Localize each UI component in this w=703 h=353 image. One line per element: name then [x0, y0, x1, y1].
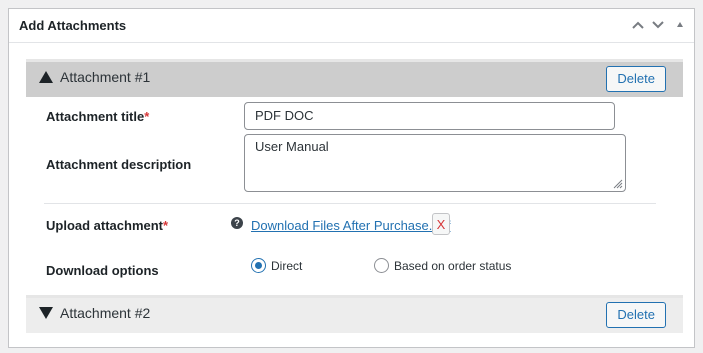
- triangle-up-icon: [39, 71, 53, 83]
- panel-title: Add Attachments: [19, 18, 127, 33]
- radio-button-checked[interactable]: [251, 258, 266, 273]
- move-down-button[interactable]: [648, 15, 668, 35]
- attachment-header: Attachment #2 Delete: [26, 298, 683, 333]
- chevron-down-icon: [652, 21, 664, 29]
- attached-file-link[interactable]: Download Files After Purchase.pdf: [251, 218, 450, 233]
- attachment-heading: Attachment #2: [60, 305, 151, 321]
- attachment-description-textarea[interactable]: User Manual: [244, 134, 626, 192]
- radio-label: Direct: [271, 258, 303, 273]
- attachment-item: Attachment #1 Delete Attachment title* P…: [26, 59, 683, 315]
- delete-button[interactable]: Delete: [606, 66, 666, 92]
- attachments-list: Attachment #1 Delete Attachment title* P…: [26, 59, 683, 349]
- remove-file-button[interactable]: X: [432, 213, 450, 235]
- required-mark: *: [144, 109, 150, 124]
- triangle-up-icon: [677, 22, 683, 27]
- attachment-title-input[interactable]: PDF DOC: [244, 102, 615, 130]
- attachment-header: Attachment #1 Delete: [26, 62, 683, 97]
- radio-option-order-status[interactable]: Based on order status: [374, 258, 511, 273]
- add-attachments-panel: Add Attachments Attachment #1 Delete Att…: [8, 8, 695, 348]
- panel-header: Add Attachments: [9, 9, 694, 43]
- upload-attachment-label: Upload attachment*: [46, 218, 169, 233]
- attachment-description-label: Attachment description: [46, 157, 192, 172]
- toggle-panel-button[interactable]: [670, 15, 690, 35]
- download-options-label: Download options: [46, 263, 159, 278]
- required-mark: *: [163, 218, 169, 233]
- attachment-toggle[interactable]: Attachment #1: [39, 69, 150, 85]
- attachment-description-value: User Manual: [255, 139, 329, 154]
- resize-grip-icon[interactable]: [613, 179, 623, 189]
- radio-option-direct[interactable]: Direct: [251, 258, 302, 273]
- radio-label: Based on order status: [394, 258, 512, 273]
- chevron-up-icon: [632, 21, 644, 29]
- move-up-button[interactable]: [628, 15, 648, 35]
- attachment-body: Attachment title* PDF DOC Attachment des…: [26, 97, 683, 315]
- attachment-toggle[interactable]: Attachment #2: [39, 305, 150, 321]
- divider: [44, 203, 656, 204]
- radio-button[interactable]: [374, 258, 389, 273]
- attachment-title-label: Attachment title*: [46, 109, 150, 124]
- attachment-item: Attachment #2 Delete: [26, 295, 683, 333]
- triangle-down-icon: [39, 307, 53, 319]
- delete-button[interactable]: Delete: [606, 302, 666, 328]
- question-circle-icon[interactable]: ?: [231, 217, 243, 229]
- attachment-heading: Attachment #1: [60, 69, 151, 85]
